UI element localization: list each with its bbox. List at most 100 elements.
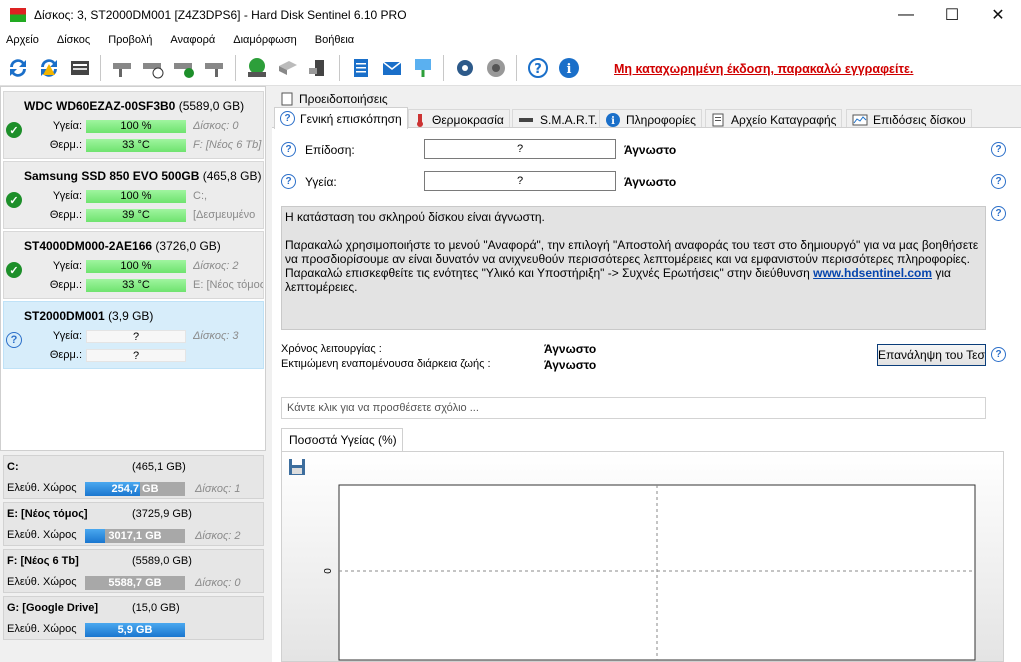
retest-button[interactable]: Επανάληψη του Τεστ [877,344,986,366]
message-line: Παρακαλώ χρησιμοποιήστε το μενού "Αναφορ… [285,238,979,266]
disk-size: (3726,0 GB) [155,239,221,253]
disk-clock-icon[interactable] [140,55,166,81]
volume-size: (465,1 GB) [132,461,186,473]
title-bar: Δίσκος: 3, ST2000DM001 [Z4Z3DPS6] - Hard… [0,0,1021,30]
health-label: Υγεία: [305,175,337,189]
disk-entry[interactable]: Samsung SSD 850 EVO 500GB (465,8 GB) ✓ Υ… [3,161,264,229]
question-icon[interactable]: ? [281,142,296,157]
free-space-fill [85,529,105,543]
tab-smart[interactable]: S.M.A.R.T. [512,109,604,129]
question-icon[interactable]: ? [991,206,1006,221]
question-icon[interactable]: ? [281,174,296,189]
disk-index: Δίσκος: 2 [193,260,239,272]
report-icon[interactable] [348,55,374,81]
mail-icon[interactable] [379,55,405,81]
gear-icon[interactable] [452,55,478,81]
health-field: ? [424,171,616,191]
info-icon: i [606,112,620,127]
minimize-button[interactable]: — [883,0,929,30]
volume-size: (5589,0 GB) [132,555,192,567]
maximize-button[interactable]: ☐ [929,0,975,30]
website-link[interactable]: www.hdsentinel.com [813,266,932,280]
tab-performance[interactable]: Επιδόσεις δίσκου [846,109,972,129]
tab-label: S.M.A.R.T. [540,112,598,127]
uptime-label: Χρόνος λειτουργίας : [281,343,382,355]
temp-label: Θερμ.: [49,279,82,291]
menu-configuration[interactable]: Διαμόρφωση [227,34,303,46]
help-icon[interactable]: ? [525,55,551,81]
svg-text:i: i [567,62,572,77]
tab-health-chart[interactable]: Ποσοστά Υγείας (%) [281,428,403,451]
disk-model: Samsung SSD 850 EVO 500GB [24,169,200,183]
volume-disk: Δίσκος: 0 [195,577,241,589]
disk-volumes: C:, [193,190,208,202]
tab-alerts[interactable]: Προειδοποιήσεις [275,89,393,109]
refresh-warning-icon[interactable] [36,55,62,81]
free-space-bar: 254,7 GB [85,482,185,496]
disk-name: ST4000DM000-2AE166 (3726,0 GB) [24,239,221,253]
disk-entry-selected[interactable]: ST2000DM001 (3,9 GB) ? Υγεία: ? Δίσκος: … [3,301,264,369]
unregistered-link[interactable]: Μη καταχωρημένη έκδοση, παρακαλώ εγγραφε… [614,62,913,76]
refresh-icon[interactable] [5,55,31,81]
menu-disk[interactable]: Δίσκος [51,34,96,46]
toolbar-separator [516,54,517,81]
disk-list-icon[interactable] [67,55,93,81]
send-report-icon[interactable] [410,55,436,81]
health-bar: ? [86,330,186,343]
temp-label: Θερμ.: [49,209,82,221]
free-space-label: Ελεύθ. Χώρος [7,482,77,494]
speaker-icon[interactable] [483,55,509,81]
tab-label: Γενική επισκόπηση [300,111,402,126]
menu-help[interactable]: Βοήθεια [309,34,360,46]
volume-disk: Δίσκος: 2 [195,530,241,542]
temp-bar: 33 °C [86,279,186,292]
menu-bar: Αρχείο Δίσκος Προβολή Αναφορά Διαμόρφωση… [0,30,1021,50]
disk-entry[interactable]: ST4000DM000-2AE166 (3726,0 GB) ✓ Υγεία: … [3,231,264,299]
health-bar: 100 % [86,190,186,203]
check-icon: ✓ [6,262,22,278]
disk-volumes: E: [Νέος τόμος [193,279,263,291]
svg-text:?: ? [534,62,542,77]
volume-entry[interactable]: G: [Google Drive] (15,0 GB) Ελεύθ. Χώρος… [3,596,264,640]
question-icon[interactable]: ? [991,174,1006,189]
tab-label: Αρχείο Καταγραφής [731,112,837,127]
disk-icon [519,117,533,122]
performance-field: ? [424,139,616,159]
disk-test-icon[interactable] [109,55,135,81]
check-icon: ✓ [6,192,22,208]
volume-name: E: [Νέος τόμος] [7,508,88,520]
volume-entry[interactable]: E: [Νέος τόμος] (3725,9 GB) Ελεύθ. Χώρος… [3,502,264,546]
disk-info-icon[interactable] [202,55,228,81]
disk-volumes: F: [Νέος 6 Tb] [193,139,262,151]
question-icon[interactable]: ? [991,142,1006,157]
free-space-bar: 3017,1 GB [85,529,185,543]
question-icon[interactable]: ? [991,347,1006,362]
menu-report[interactable]: Αναφορά [164,34,221,46]
temp-bar: 39 °C [86,209,186,222]
volume-entry[interactable]: F: [Νέος 6 Tb] (5589,0 GB) Ελεύθ. Χώρος … [3,549,264,593]
disk-entry[interactable]: WDC WD60EZAZ-00SF3B0 (5589,0 GB) ✓ Υγεία… [3,91,264,159]
tab-information[interactable]: i Πληροφορίες [599,109,702,129]
tab-log[interactable]: Αρχείο Καταγραφής [705,109,843,129]
usb-disk-icon[interactable] [275,55,301,81]
menu-file[interactable]: Αρχείο [0,34,45,46]
info-icon[interactable]: i [556,55,582,81]
question-icon: ? [280,111,295,126]
temp-bar: 33 °C [86,139,186,152]
network-disk-icon[interactable] [244,55,270,81]
disk-size: (5589,0 GB) [178,99,245,113]
tab-temperature[interactable]: Θερμοκρασία [408,109,510,129]
toolbar-separator [235,54,236,81]
menu-view[interactable]: Προβολή [102,34,158,46]
close-button[interactable]: ✕ [975,0,1021,30]
svg-text:i: i [611,116,615,127]
check-icon: ✓ [6,122,22,138]
comment-input[interactable]: Κάντε κλικ για να προσθέσετε σχόλιο ... [281,397,986,419]
volume-entry[interactable]: C: (465,1 GB) Ελεύθ. Χώρος 254,7 GB Δίσκ… [3,455,264,499]
external-disk-icon[interactable] [306,55,332,81]
temp-bar: ? [86,349,186,362]
chart-icon [852,114,868,125]
tab-overview[interactable]: ? Γενική επισκόπηση [274,107,408,129]
disk-check-icon[interactable] [171,55,197,81]
volume-name: F: [Νέος 6 Tb] [7,555,79,567]
